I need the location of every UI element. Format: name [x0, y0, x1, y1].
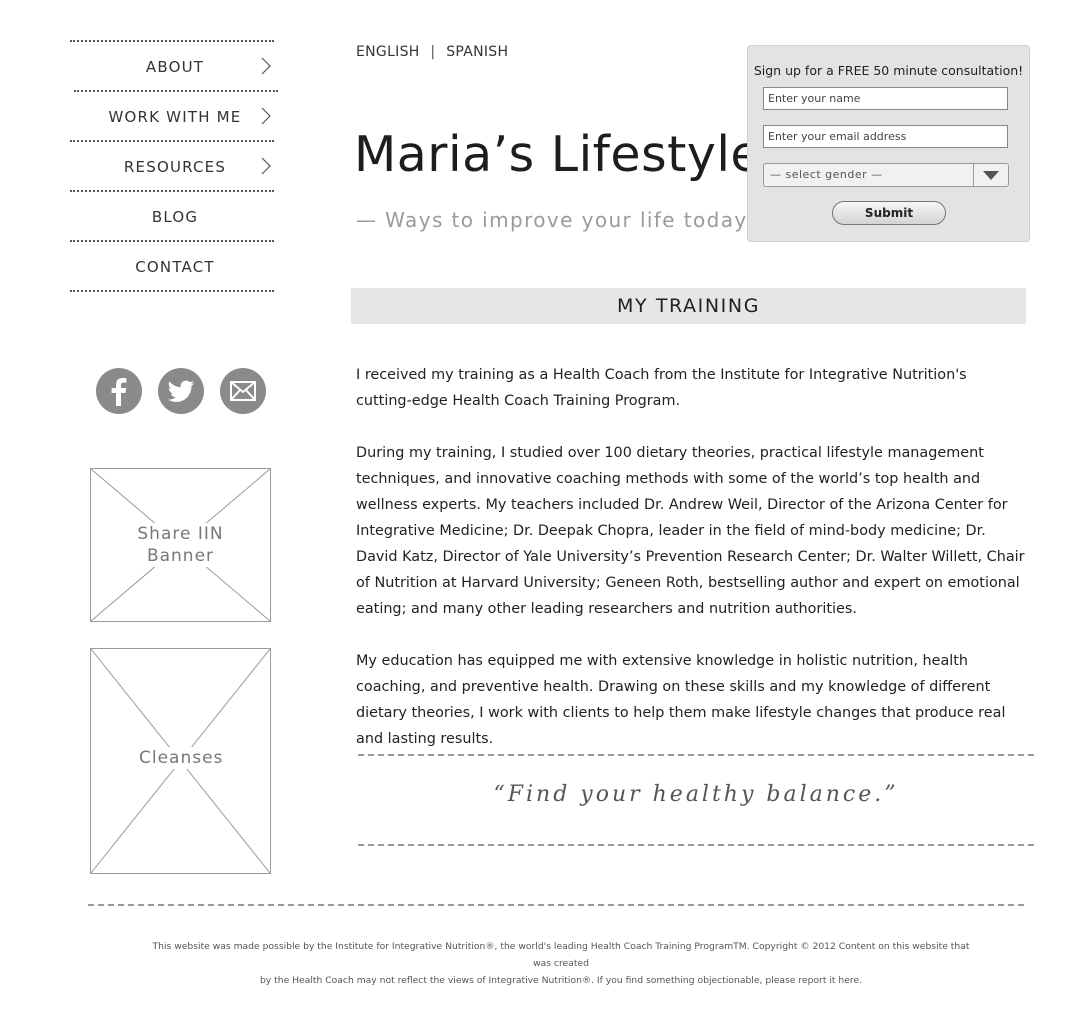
lang-spanish-link[interactable]: SPANISH: [446, 44, 508, 60]
lang-separator: |: [430, 44, 436, 60]
chevron-right-icon: [261, 157, 271, 175]
nav-item-label: WORK WITH ME: [108, 108, 242, 126]
submit-button[interactable]: Submit: [832, 201, 946, 225]
nav-item-contact[interactable]: CONTACT: [70, 244, 280, 290]
gender-select[interactable]: — select gender —: [763, 163, 1009, 187]
chevron-down-icon: [974, 164, 1008, 186]
placeholder-label: Share IIN Banner: [91, 523, 270, 567]
chevron-right-icon: [261, 107, 271, 125]
nav-item-label: RESOURCES: [123, 158, 227, 176]
chevron-right-icon: [261, 57, 271, 75]
social-links: [96, 368, 266, 414]
footer-line: by the Health Coach may not reflect the …: [259, 975, 863, 986]
nav-divider: [70, 290, 274, 300]
cleanses-placeholder[interactable]: Cleanses: [90, 648, 271, 874]
lang-english-link[interactable]: ENGLISH: [356, 44, 420, 60]
nav-item-blog[interactable]: BLOG: [70, 194, 280, 240]
nav-item-label: CONTACT: [135, 258, 215, 276]
main-nav: ABOUT WORK WITH ME RESOURCES BLOG CONTAC…: [70, 40, 280, 300]
paragraph: My education has equipped me with extens…: [356, 653, 1006, 747]
share-iin-banner-placeholder[interactable]: Share IIN Banner: [90, 468, 271, 622]
footer-divider: [88, 904, 1024, 906]
quote-divider-bottom: [358, 844, 1034, 846]
email-icon[interactable]: [220, 368, 266, 414]
site-tagline: — Ways to improve your life today —: [356, 208, 777, 232]
footer-line: This website was made possible by the In…: [152, 941, 970, 969]
consultation-signup-form: Sign up for a FREE 50 minute consultatio…: [747, 45, 1030, 242]
section-title: MY TRAINING: [351, 288, 1026, 324]
facebook-icon[interactable]: [96, 368, 142, 414]
signup-heading: Sign up for a FREE 50 minute consultatio…: [753, 63, 1024, 78]
email-field[interactable]: [763, 125, 1008, 148]
site-footer: This website was made possible by the In…: [150, 938, 972, 989]
quote: “Find your healthy balance.”: [493, 782, 899, 807]
paragraph: I received my training as a Health Coach…: [356, 367, 967, 409]
nav-item-label: ABOUT: [145, 58, 205, 76]
quote-divider-top: [358, 754, 1034, 756]
nav-item-about[interactable]: ABOUT: [70, 44, 280, 90]
twitter-icon[interactable]: [158, 368, 204, 414]
training-content: I received my training as a Health Coach…: [356, 362, 1026, 778]
nav-item-work-with-me[interactable]: WORK WITH ME: [70, 94, 280, 140]
nav-item-resources[interactable]: RESOURCES: [70, 144, 280, 190]
name-field[interactable]: [763, 87, 1008, 110]
language-switcher: ENGLISH | SPANISH: [356, 44, 508, 60]
nav-item-label: BLOG: [151, 208, 199, 226]
placeholder-label: Cleanses: [139, 747, 224, 769]
paragraph: During my training, I studied over 100 d…: [356, 445, 1025, 617]
site-title: Maria’s Lifestyle: [354, 126, 762, 183]
gender-select-value: — select gender —: [764, 164, 974, 186]
